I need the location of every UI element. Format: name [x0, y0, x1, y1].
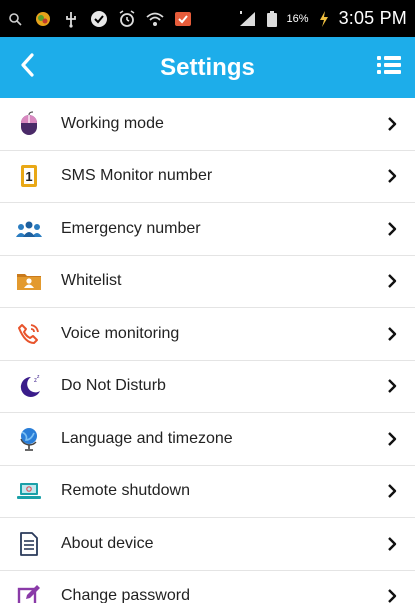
- header-bar: Settings: [0, 37, 415, 98]
- chevron-left-icon: [19, 53, 35, 82]
- settings-item-whitelist[interactable]: Whitelist: [0, 255, 415, 308]
- settings-item-emergency-number[interactable]: Emergency number: [0, 203, 415, 256]
- svg-text:z: z: [37, 374, 40, 380]
- charging-icon: [315, 10, 333, 28]
- settings-item-remote-shutdown[interactable]: Remote shutdown: [0, 465, 415, 518]
- menu-button[interactable]: [363, 37, 415, 98]
- status-bar: 16% 3:05 PM: [0, 0, 415, 37]
- settings-item-language-and-timezone[interactable]: Language and timezone: [0, 413, 415, 466]
- settings-item-label: Emergency number: [61, 219, 201, 237]
- group-icon: [16, 216, 42, 242]
- status-bar-right: 16% 3:05 PM: [239, 8, 407, 29]
- settings-item-do-not-disturb[interactable]: zz Do Not Disturb: [0, 360, 415, 413]
- status-bar-left: [6, 9, 192, 28]
- edit-icon: [16, 583, 42, 603]
- settings-item-label: Remote shutdown: [61, 482, 190, 500]
- document-icon: [16, 531, 42, 557]
- settings-list: Working mode 1 SMS Monitor number Emerge…: [0, 98, 415, 603]
- svg-text:1: 1: [25, 169, 32, 184]
- globe-icon: [16, 426, 42, 452]
- settings-item-label: Change password: [61, 587, 190, 603]
- chevron-right-icon: [383, 482, 401, 500]
- phone-call-icon: [16, 321, 42, 347]
- chevron-right-icon: [383, 220, 401, 238]
- moon-icon: zz: [16, 373, 42, 399]
- back-button[interactable]: [0, 37, 54, 98]
- settings-item-label: About device: [61, 534, 154, 552]
- settings-item-label: Voice monitoring: [61, 324, 180, 342]
- notification-icon: [174, 10, 192, 28]
- settings-item-sms-monitor-number[interactable]: 1 SMS Monitor number: [0, 150, 415, 203]
- sim-number-icon: 1: [16, 163, 42, 189]
- chevron-right-icon: [383, 430, 401, 448]
- laptop-icon: [16, 478, 42, 504]
- settings-item-label: Working mode: [61, 114, 164, 132]
- search-icon: [6, 10, 24, 28]
- chevron-right-icon: [383, 272, 401, 290]
- wifi-icon: [146, 10, 164, 28]
- battery-percent: 16%: [286, 12, 309, 25]
- list-menu-icon: [376, 54, 402, 81]
- settings-item-label: Whitelist: [61, 272, 122, 290]
- chevron-right-icon: [383, 167, 401, 185]
- contact-folder-icon: [16, 268, 42, 294]
- mouse-icon: [16, 111, 42, 137]
- settings-item-working-mode[interactable]: Working mode: [0, 98, 415, 151]
- chevron-right-icon: [383, 325, 401, 343]
- settings-item-label: SMS Monitor number: [61, 167, 213, 185]
- settings-item-about-device[interactable]: About device: [0, 518, 415, 571]
- battery-icon: [263, 10, 281, 28]
- page-title: Settings: [160, 53, 255, 81]
- check-icon: [90, 10, 108, 28]
- app-icon: [34, 10, 52, 28]
- settings-item-label: Do Not Disturb: [61, 377, 166, 395]
- usb-icon: [62, 10, 80, 28]
- chevron-right-icon: [383, 115, 401, 133]
- status-time: 3:05 PM: [338, 8, 407, 28]
- alarm-icon: [118, 9, 136, 28]
- settings-item-voice-monitoring[interactable]: Voice monitoring: [0, 308, 415, 361]
- settings-item-label: Language and timezone: [61, 429, 233, 447]
- settings-item-change-password[interactable]: Change password: [0, 570, 415, 603]
- chevron-right-icon: [383, 377, 401, 395]
- chevron-right-icon: [383, 535, 401, 553]
- chevron-right-icon: [383, 587, 401, 603]
- signal-icon: [239, 10, 257, 28]
